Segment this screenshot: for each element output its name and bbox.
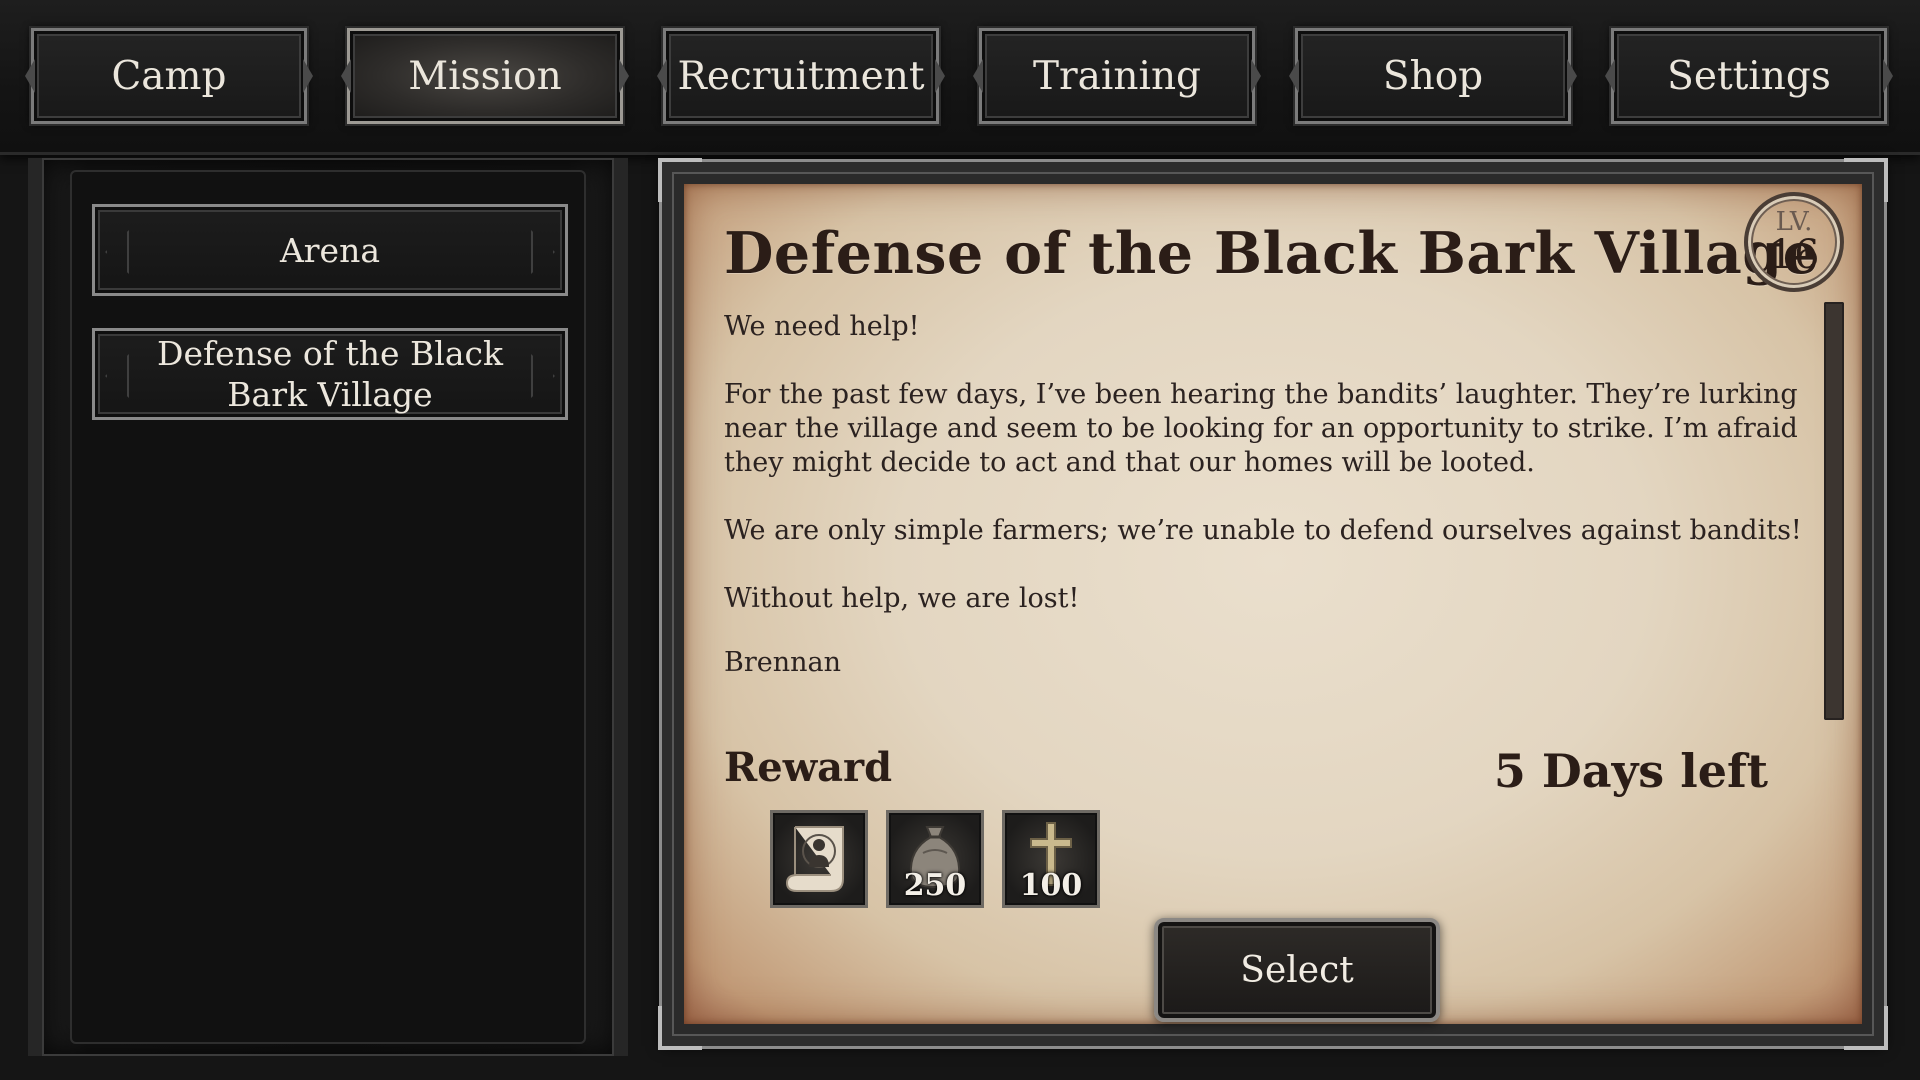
tab-camp[interactable]: Camp bbox=[29, 26, 309, 126]
select-button[interactable]: Select bbox=[1154, 918, 1440, 1022]
letter-paragraph: We need help! bbox=[724, 311, 920, 342]
mission-list bbox=[70, 170, 586, 1044]
tab-shop[interactable]: Shop bbox=[1293, 26, 1573, 126]
tab-training[interactable]: Training bbox=[977, 26, 1257, 126]
recruit-scroll-icon bbox=[785, 826, 844, 892]
mission-parchment: Defense of the Black Bark Village LV. 16… bbox=[684, 184, 1862, 1024]
diamond-ornament-icon bbox=[105, 230, 129, 274]
diamond-ornament-icon bbox=[105, 354, 129, 398]
letter-paragraph: We are only simple farmers; we’re unable… bbox=[724, 515, 1802, 546]
mission-item-label: Arena bbox=[279, 230, 381, 270]
letter-paragraph: Without help, we are lost! bbox=[724, 583, 1080, 614]
tab-mission[interactable]: Mission bbox=[345, 26, 625, 126]
mission-item-label: Defense of the Black Bark Village bbox=[156, 334, 503, 414]
reward-label: Reward bbox=[724, 744, 893, 791]
level-badge: LV. 16 bbox=[1744, 192, 1844, 292]
tab-recruitment[interactable]: Recruitment bbox=[661, 26, 941, 126]
diamond-ornament-icon bbox=[531, 230, 555, 274]
mission-title: Defense of the Black Bark Village bbox=[724, 220, 1820, 287]
letter-scrollbar[interactable] bbox=[1824, 302, 1844, 720]
reward-slot-recruit[interactable] bbox=[770, 810, 868, 908]
letter-signature: Brennan bbox=[724, 647, 841, 678]
mission-item-arena[interactable]: Arena bbox=[92, 204, 568, 296]
days-left: 5 Days left bbox=[1493, 744, 1768, 798]
mission-item-black-bark-village[interactable]: Defense of the Black Bark Village bbox=[92, 328, 568, 420]
mission-detail-frame: Defense of the Black Bark Village LV. 16… bbox=[658, 158, 1888, 1050]
reward-slot-gold[interactable]: 250 bbox=[886, 810, 984, 908]
level-value: 16 bbox=[1768, 232, 1820, 278]
reward-slot-faith[interactable]: 100 bbox=[1002, 810, 1100, 908]
top-nav-bar: Camp Mission Recruitment Training Shop S… bbox=[0, 0, 1920, 155]
mission-letter: We need help! For the past few days, I’v… bbox=[724, 310, 1834, 714]
diamond-ornament-icon bbox=[531, 354, 555, 398]
reward-amount: 100 bbox=[1019, 868, 1083, 903]
reward-amount: 250 bbox=[903, 868, 967, 903]
tab-settings[interactable]: Settings bbox=[1609, 26, 1889, 126]
letter-paragraph: For the past few days, I’ve been hearing… bbox=[724, 379, 1798, 478]
